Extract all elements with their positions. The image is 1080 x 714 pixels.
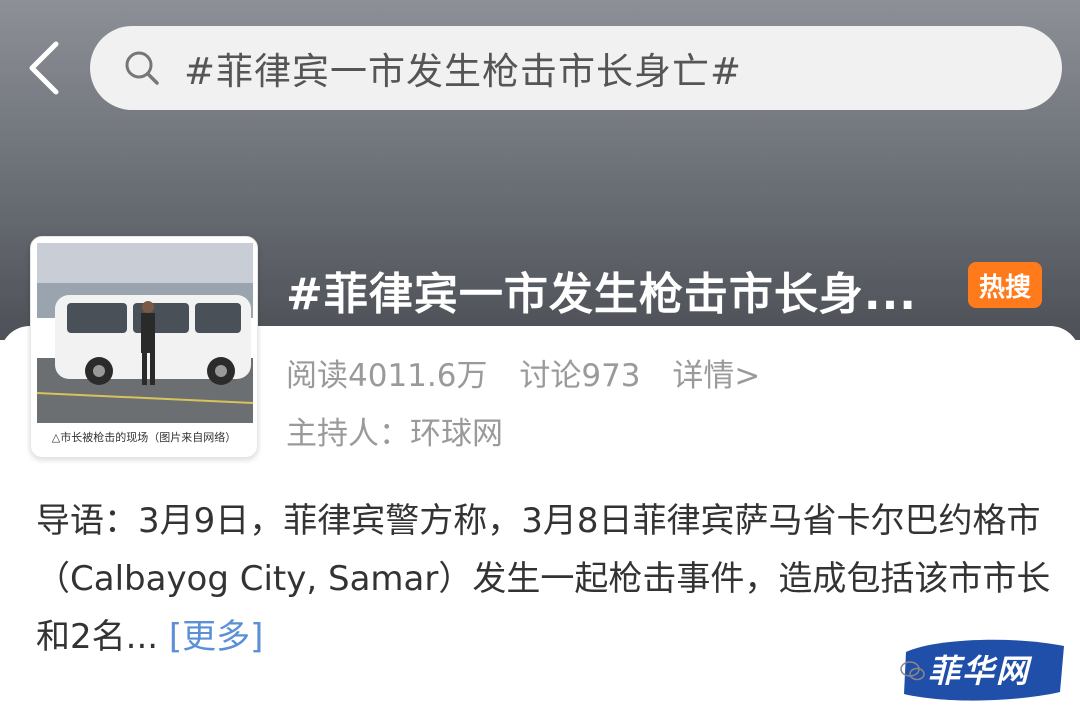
thumbnail-caption: △市长被枪击的现场（图片来自网络） bbox=[51, 431, 237, 444]
back-button[interactable] bbox=[22, 38, 66, 98]
chevron-left-icon bbox=[29, 41, 59, 95]
read-count: 阅读4011.6万 bbox=[286, 358, 488, 394]
search-icon bbox=[124, 48, 164, 88]
search-query: #菲律宾一市发生枪击市长身亡# bbox=[184, 50, 743, 93]
hot-search-badge: 热搜 bbox=[968, 262, 1042, 308]
search-input[interactable]: #菲律宾一市发生枪击市长身亡# bbox=[90, 26, 1062, 110]
more-link[interactable]: [更多] bbox=[169, 617, 264, 657]
host-label: 主持人：环球网 bbox=[286, 416, 503, 452]
discussion-count: 讨论973 bbox=[519, 358, 641, 394]
news-photo bbox=[37, 243, 253, 423]
topic-title[interactable]: #菲律宾一市发生枪击市长身... bbox=[286, 258, 956, 322]
details-link[interactable]: 详情> bbox=[672, 358, 760, 394]
wechat-icon bbox=[900, 661, 925, 681]
watermark-logo: 菲华网 bbox=[896, 632, 1070, 706]
topic-stats: 阅读4011.6万 讨论973 详情> bbox=[286, 350, 782, 395]
topic-thumbnail[interactable]: △市长被枪击的现场（图片来自网络） bbox=[30, 236, 258, 458]
watermark-text: 菲华网 bbox=[928, 652, 1031, 690]
